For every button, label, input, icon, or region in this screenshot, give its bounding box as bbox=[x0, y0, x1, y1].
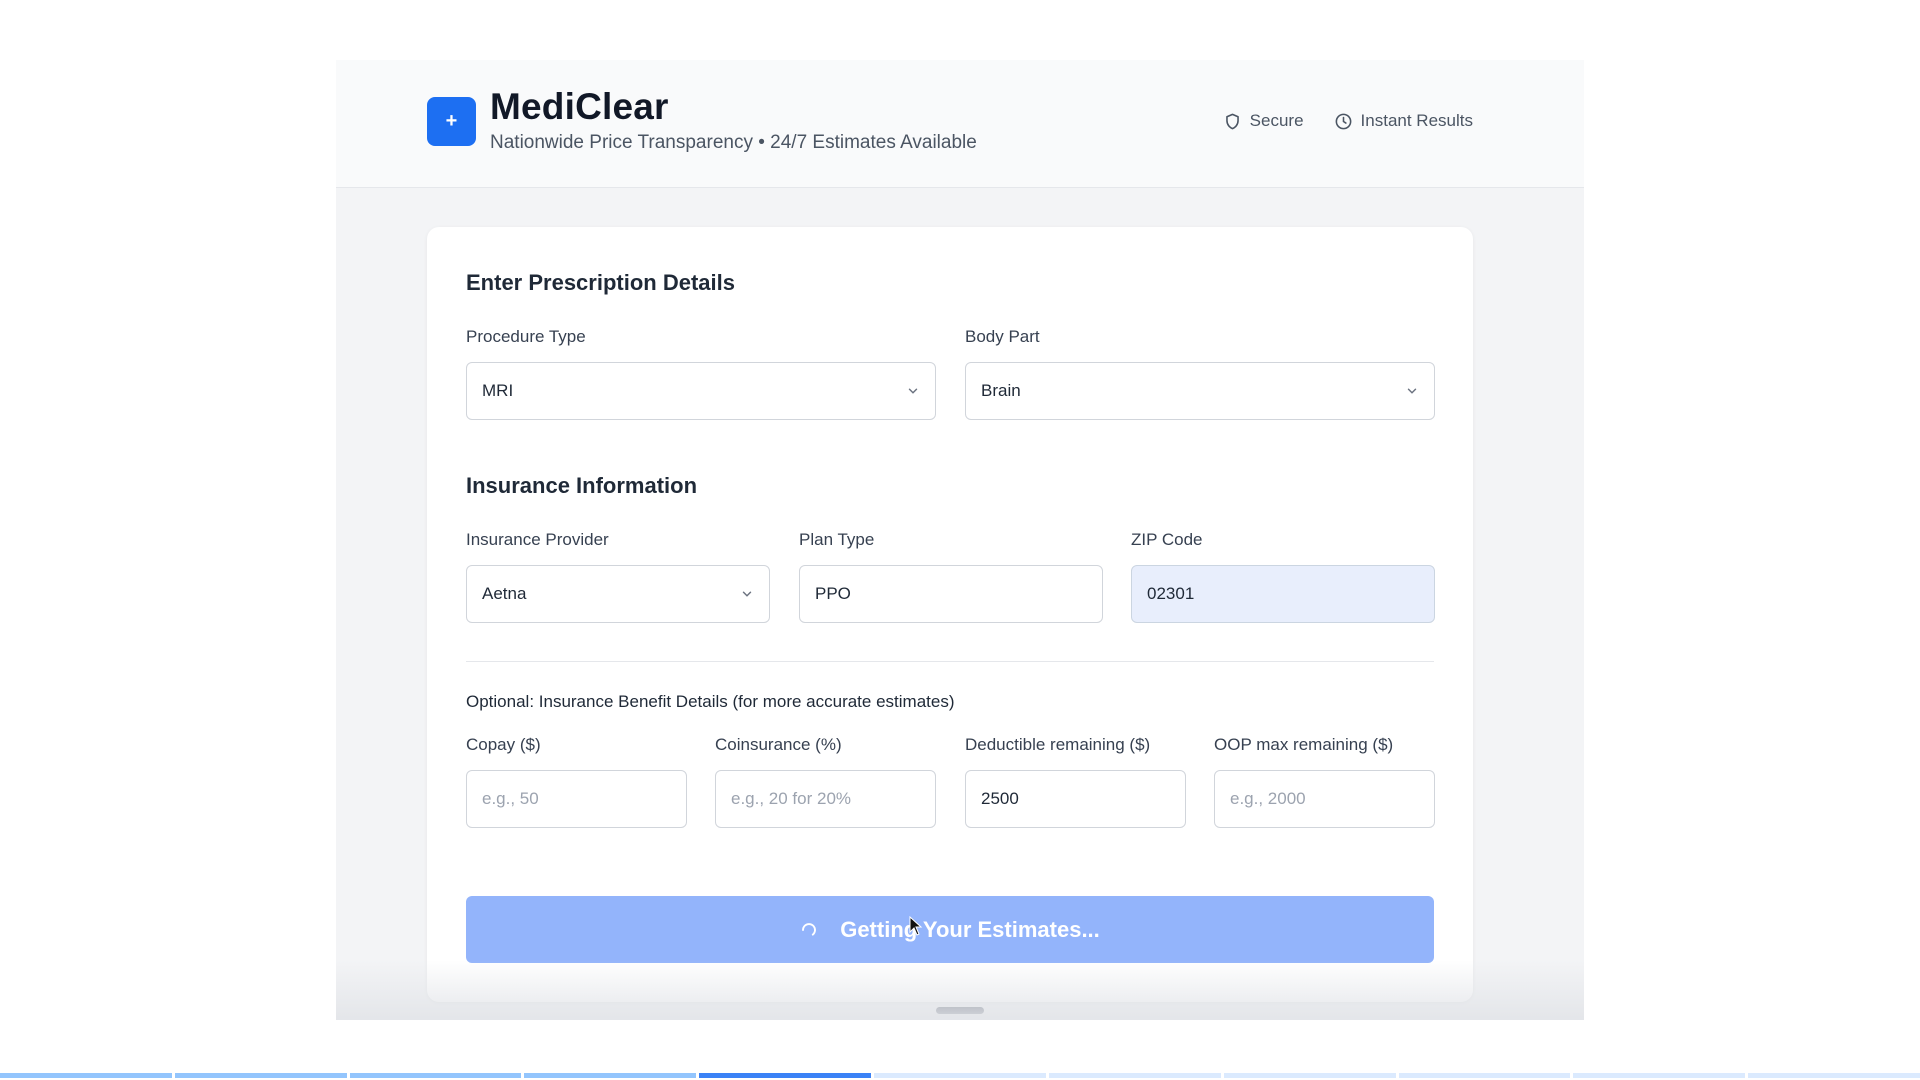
plan-type-field: Plan Type PPO bbox=[799, 530, 1103, 623]
get-estimates-button[interactable]: Getting Your Estimates... bbox=[466, 896, 1434, 963]
copay-field: Copay ($) e.g., 50 bbox=[466, 735, 687, 828]
progress-segment bbox=[1398, 1073, 1571, 1078]
copay-placeholder: e.g., 50 bbox=[482, 789, 539, 808]
insurance-provider-field: Insurance Provider Aetna bbox=[466, 530, 770, 623]
progress-segment bbox=[1573, 1073, 1746, 1078]
progress-segment bbox=[1223, 1073, 1396, 1078]
optional-benefits-note: Optional: Insurance Benefit Details (for… bbox=[466, 692, 955, 711]
deductible-label: Deductible remaining ($) bbox=[965, 735, 1151, 754]
progress-segment bbox=[874, 1073, 1046, 1078]
plan-type-label: Plan Type bbox=[799, 530, 875, 549]
procedure-type-select[interactable]: MRI bbox=[466, 362, 936, 420]
loading-spinner-icon bbox=[802, 922, 817, 936]
zip-code-input[interactable]: 02301 bbox=[1131, 565, 1435, 623]
mouse-cursor-icon bbox=[909, 916, 923, 936]
procedure-type-label: Procedure Type bbox=[466, 327, 586, 346]
chevron-down-icon bbox=[908, 388, 918, 394]
progress-segment bbox=[524, 1073, 697, 1078]
deductible-field: Deductible remaining ($) 2500 bbox=[965, 735, 1186, 828]
scroll-handle[interactable] bbox=[936, 1007, 984, 1014]
clock-icon bbox=[1335, 113, 1351, 129]
header-badges: Secure Instant Results bbox=[1223, 111, 1473, 131]
secure-badge: Secure bbox=[1223, 111, 1304, 131]
progress-segment bbox=[1048, 1073, 1221, 1078]
oop-max-input[interactable]: e.g., 2000 bbox=[1214, 770, 1435, 828]
progress-segment bbox=[0, 1073, 172, 1078]
instant-results-badge: Instant Results bbox=[1334, 111, 1473, 131]
insurance-provider-label: Insurance Provider bbox=[466, 530, 609, 549]
get-estimates-label: Getting Your Estimates... bbox=[840, 916, 1100, 942]
progress-segment bbox=[349, 1073, 522, 1078]
step-progress-bar bbox=[0, 1073, 1920, 1078]
oop-max-field: OOP max remaining ($) e.g., 2000 bbox=[1214, 735, 1435, 828]
shield-icon bbox=[1225, 113, 1239, 129]
instant-results-label: Instant Results bbox=[1360, 111, 1473, 130]
oop-max-placeholder: e.g., 2000 bbox=[1230, 789, 1306, 808]
progress-segment bbox=[699, 1073, 872, 1078]
brand-title: MediClear bbox=[490, 86, 669, 127]
estimate-form-card: Enter Prescription Details Procedure Typ… bbox=[427, 227, 1473, 1002]
insurance-section-title: Insurance Information bbox=[466, 473, 698, 498]
progress-segment bbox=[174, 1073, 347, 1078]
zip-code-value: 02301 bbox=[1147, 584, 1195, 603]
deductible-value: 2500 bbox=[981, 789, 1019, 808]
plan-type-value: PPO bbox=[815, 584, 851, 603]
body-part-field: Body Part Brain bbox=[965, 327, 1435, 420]
zip-code-field: ZIP Code 02301 bbox=[1131, 530, 1435, 623]
insurance-provider-select[interactable]: Aetna bbox=[466, 565, 770, 623]
logo-plus-icon: + bbox=[427, 97, 476, 146]
copay-input[interactable]: e.g., 50 bbox=[466, 770, 687, 828]
body-part-select[interactable]: Brain bbox=[965, 362, 1435, 420]
coinsurance-placeholder: e.g., 20 for 20% bbox=[731, 789, 852, 808]
progress-segment bbox=[1748, 1073, 1920, 1078]
procedure-type-field: Procedure Type MRI bbox=[466, 327, 936, 420]
oop-max-label: OOP max remaining ($) bbox=[1214, 735, 1394, 754]
body-part-value: Brain bbox=[981, 381, 1021, 400]
coinsurance-input[interactable]: e.g., 20 for 20% bbox=[715, 770, 936, 828]
brand-subtitle: Nationwide Price Transparency • 24/7 Est… bbox=[490, 132, 977, 153]
chevron-down-icon bbox=[742, 591, 752, 597]
body-part-label: Body Part bbox=[965, 327, 1040, 346]
prescription-section-title: Enter Prescription Details bbox=[466, 270, 735, 295]
site-header: + MediClear Nationwide Price Transparenc… bbox=[336, 60, 1584, 188]
insurance-provider-value: Aetna bbox=[482, 584, 527, 603]
procedure-type-value: MRI bbox=[482, 381, 514, 400]
plan-type-input[interactable]: PPO bbox=[799, 565, 1103, 623]
zip-code-label: ZIP Code bbox=[1131, 530, 1203, 549]
coinsurance-label: Coinsurance (%) bbox=[715, 735, 842, 754]
app-window: + MediClear Nationwide Price Transparenc… bbox=[336, 60, 1584, 1020]
secure-label: Secure bbox=[1249, 111, 1304, 130]
deductible-input[interactable]: 2500 bbox=[965, 770, 1186, 828]
section-divider bbox=[466, 661, 1434, 662]
chevron-down-icon bbox=[1407, 388, 1417, 394]
coinsurance-field: Coinsurance (%) e.g., 20 for 20% bbox=[715, 735, 936, 828]
copay-label: Copay ($) bbox=[466, 735, 541, 754]
